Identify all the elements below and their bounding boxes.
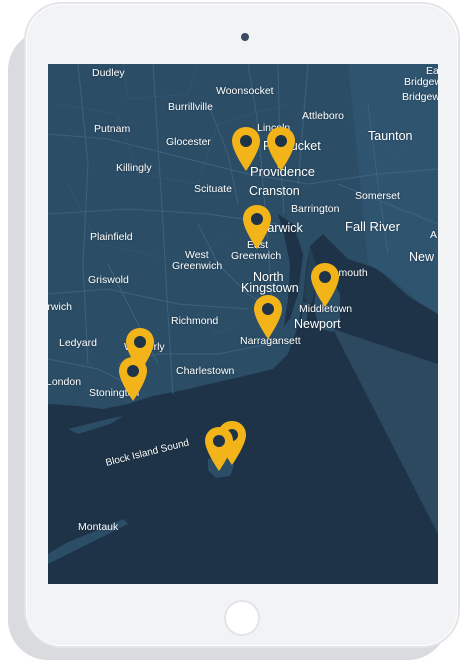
map-label: Fall River <box>345 219 400 234</box>
map-label: Glocester <box>166 136 211 148</box>
map-label: East <box>426 65 438 77</box>
map-label: Scituate <box>194 183 232 195</box>
map-label: Charlestown <box>176 365 235 377</box>
map-label: Barrington <box>291 203 340 215</box>
map-label: Bridgew <box>402 91 438 103</box>
map-marker-pin-icon[interactable] <box>266 126 296 172</box>
map-label: Putnam <box>94 123 131 135</box>
map-label: Killingly <box>116 162 152 174</box>
map-marker-pin-icon[interactable] <box>253 294 283 340</box>
map-label: A <box>430 229 438 241</box>
map-label: Dudley <box>92 67 125 79</box>
map-label: Griswold <box>88 274 129 286</box>
map-marker-pin-icon[interactable] <box>231 126 261 172</box>
map-label: Attleboro <box>302 110 345 122</box>
map-marker-pin-icon[interactable] <box>118 356 148 402</box>
map-label: Newport <box>294 317 341 331</box>
map-label: Taunton <box>368 129 413 143</box>
map-view[interactable]: Dudley Woonsocket Burrillville Attleboro… <box>48 64 438 584</box>
map-label: West <box>185 249 209 261</box>
camera-icon <box>241 33 249 41</box>
map-label: Greenwich <box>172 260 223 272</box>
map-label: Norwich <box>48 301 72 313</box>
map-marker-pin-icon[interactable] <box>204 426 234 472</box>
map-label: London <box>48 376 82 388</box>
map-label: Kingstown <box>241 281 299 295</box>
map-marker-pin-icon[interactable] <box>310 262 340 308</box>
map-label: Plainfield <box>90 231 133 243</box>
fishers-island <box>68 416 123 434</box>
map-label: Montauk <box>78 521 119 533</box>
map-label: Richmond <box>171 315 219 327</box>
map-label: Greenwich <box>231 250 282 262</box>
map-label: Burrillville <box>168 101 213 113</box>
map-label: Cranston <box>249 184 300 198</box>
map-label: Bridgew <box>404 76 438 88</box>
map-label: Ledyard <box>59 337 97 349</box>
map-label: Woonsocket <box>216 85 274 97</box>
map-marker-pin-icon[interactable] <box>242 204 272 250</box>
map-label: New <box>409 250 435 264</box>
home-button[interactable] <box>224 600 260 636</box>
map-label: Somerset <box>355 190 400 202</box>
